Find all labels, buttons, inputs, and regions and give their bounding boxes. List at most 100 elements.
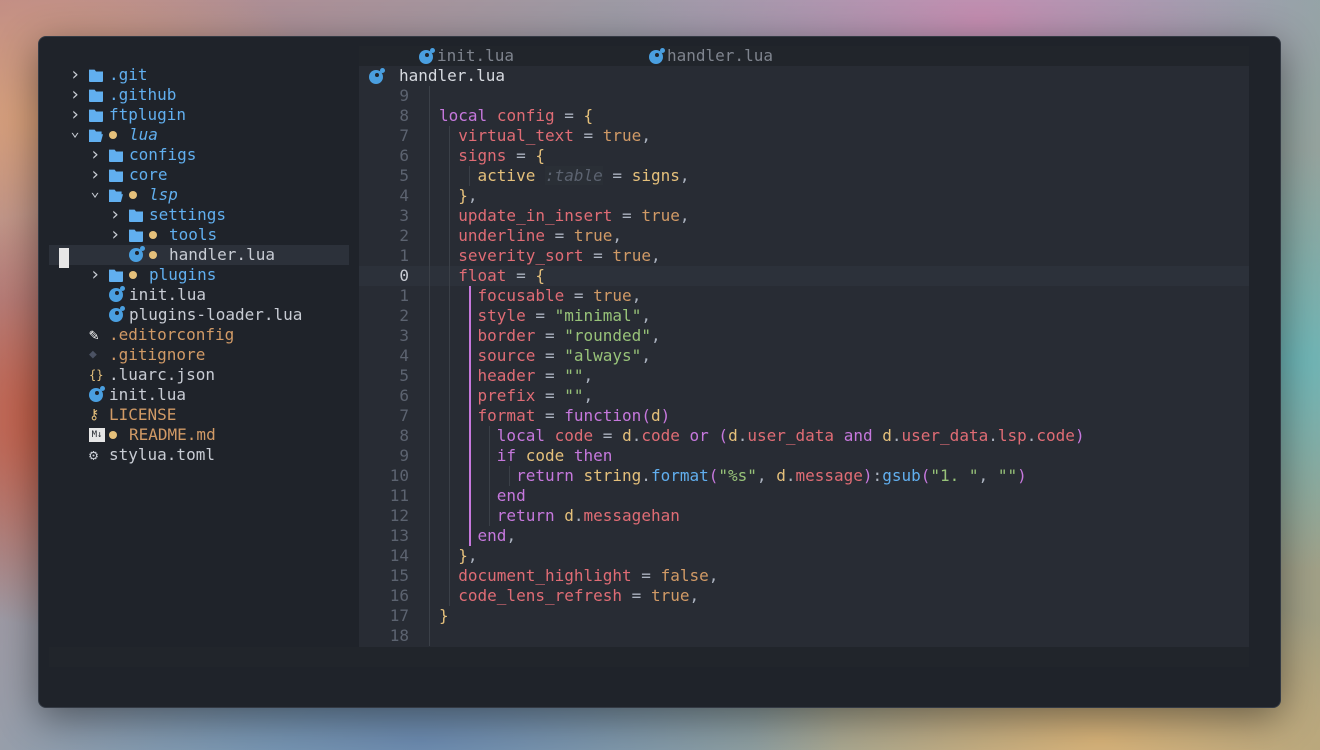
modified-dot-icon — [109, 131, 117, 139]
tree-item-label: stylua.toml — [109, 445, 215, 464]
code-line[interactable]: 7 format = function(d) — [359, 406, 1249, 426]
code-line[interactable]: 6 prefix = "", — [359, 386, 1249, 406]
tree-item-label: README.md — [129, 425, 216, 444]
code-line[interactable]: 14 }, — [359, 546, 1249, 566]
tab-label: handler.lua — [667, 46, 773, 65]
code-line[interactable]: 1 focusable = true, — [359, 286, 1249, 306]
tree-item-label: .luarc.json — [109, 365, 215, 384]
code-line[interactable]: 1 severity_sort = true, — [359, 246, 1249, 266]
line-number: 9 — [399, 446, 409, 465]
tree-item[interactable]: › .git — [49, 65, 349, 85]
tree-item[interactable]: › plugins — [49, 265, 349, 285]
tree-item-label: ftplugin — [109, 105, 187, 124]
tree-item[interactable]: ⚙ stylua.toml — [49, 445, 349, 465]
code-line[interactable]: 4 }, — [359, 186, 1249, 206]
code-line[interactable]: 6 signs = { — [359, 146, 1249, 166]
tree-item[interactable]: › tools — [49, 225, 349, 245]
code-line[interactable]: 8 local code = d.code or (d.user_data an… — [359, 426, 1249, 446]
tree-item[interactable]: ◆ .gitignore — [49, 345, 349, 365]
code-line[interactable]: 8 local config = { — [359, 106, 1249, 126]
code-line[interactable]: 16 code_lens_refresh = true, — [359, 586, 1249, 606]
chevron-down-icon[interactable]: ⌄ — [69, 124, 81, 145]
code-line[interactable]: 11 end — [359, 486, 1249, 506]
chevron-right-icon[interactable]: › — [69, 65, 81, 85]
tree-item-label: LICENSE — [109, 405, 177, 424]
status-line — [49, 647, 1249, 667]
code-line[interactable]: 0 float = { — [359, 266, 1249, 286]
chevron-right-icon[interactable]: › — [109, 205, 121, 225]
tree-item[interactable]: {} .luarc.json — [49, 365, 349, 385]
tree-item[interactable]: ⚷ LICENSE — [49, 405, 349, 425]
line-number: 9 — [399, 86, 409, 105]
tree-item[interactable]: › .github — [49, 85, 349, 105]
line-number: 7 — [399, 406, 409, 425]
code-line[interactable]: 10 return string.format("%s", d.message)… — [359, 466, 1249, 486]
code-line[interactable]: 9 if code then — [359, 446, 1249, 466]
lua-icon — [419, 48, 435, 64]
tree-item-label: configs — [129, 145, 197, 164]
chevron-right-icon[interactable]: › — [69, 85, 81, 105]
code-text: if code then — [496, 446, 613, 465]
code-line[interactable]: 13 end, — [359, 526, 1249, 546]
tree-item[interactable]: ⌄ lsp — [49, 184, 349, 205]
chevron-right-icon[interactable]: › — [109, 225, 121, 245]
indent-guide — [469, 286, 471, 546]
code-line[interactable]: 12 return d.messagehan — [359, 506, 1249, 526]
line-number: 4 — [399, 346, 409, 365]
tree-item[interactable]: handler.lua — [49, 245, 349, 265]
tree-item[interactable]: › settings — [49, 205, 349, 225]
winbar-filename: handler.lua — [399, 66, 505, 85]
tree-item[interactable]: init.lua — [49, 385, 349, 405]
code-line[interactable]: 7 virtual_text = true, — [359, 126, 1249, 146]
tree-item[interactable]: ⌄ lua — [49, 124, 349, 145]
code-line[interactable]: 17} — [359, 606, 1249, 626]
modified-dot-icon — [129, 271, 137, 279]
tree-item[interactable]: plugins-loader.lua — [49, 305, 349, 325]
code-line[interactable]: 9 — [359, 86, 1249, 106]
code-line[interactable]: 4 source = "always", — [359, 346, 1249, 366]
code-line[interactable]: 2 style = "minimal", — [359, 306, 1249, 326]
code-text: border = "rounded", — [477, 326, 661, 345]
modified-dot-icon — [149, 231, 157, 239]
line-number: 16 — [389, 586, 409, 605]
tree-item-label: plugins — [149, 265, 217, 284]
folder-icon — [89, 109, 103, 122]
tree-item[interactable]: init.lua — [49, 285, 349, 305]
code-line[interactable]: 18 — [359, 626, 1249, 646]
code-text: end — [496, 486, 526, 505]
code-text: signs = { — [458, 146, 545, 165]
gear-icon: ⚙ — [89, 446, 99, 464]
tree-item-label: .gitignore — [109, 345, 206, 364]
code-line[interactable]: 5 header = "", — [359, 366, 1249, 386]
tabline: init.lua handler.lua — [359, 46, 1249, 66]
code-text: format = function(d) — [477, 406, 671, 425]
folder-icon — [89, 89, 103, 102]
chevron-right-icon[interactable]: › — [89, 265, 101, 285]
code-editor[interactable]: init.lua handler.lua handler.lua 9 8 local… — [359, 46, 1249, 647]
code-line[interactable]: 5 active :table = signs, — [359, 166, 1249, 186]
code-text: local code = d.code or (d.user_data and … — [496, 426, 1085, 445]
code-text: code_lens_refresh = true, — [458, 586, 700, 605]
line-number: 5 — [399, 366, 409, 385]
tree-item-label: .git — [109, 65, 148, 84]
code-text: virtual_text = true, — [458, 126, 651, 145]
line-number: 13 — [389, 526, 409, 545]
code-text: }, — [458, 186, 478, 205]
code-text: active :table = signs, — [477, 166, 690, 185]
tree-item[interactable]: › configs — [49, 145, 349, 165]
code-line[interactable]: 15 document_highlight = false, — [359, 566, 1249, 586]
lua-icon — [649, 48, 665, 64]
tree-item-label: tools — [169, 225, 218, 244]
line-number: 0 — [399, 266, 409, 285]
tree-item[interactable]: › ftplugin — [49, 105, 349, 125]
code-text: underline = true, — [458, 226, 623, 245]
code-line[interactable]: 2 underline = true, — [359, 226, 1249, 246]
code-text: header = "", — [477, 366, 594, 385]
code-line[interactable]: 3 border = "rounded", — [359, 326, 1249, 346]
chevron-down-icon[interactable]: ⌄ — [89, 184, 101, 205]
chevron-right-icon[interactable]: › — [89, 145, 101, 165]
tree-item[interactable]: M↓ README.md — [49, 425, 349, 445]
tab-label: init.lua — [437, 46, 515, 65]
tree-item[interactable]: ✎ .editorconfig — [49, 325, 349, 345]
code-line[interactable]: 3 update_in_insert = true, — [359, 206, 1249, 226]
